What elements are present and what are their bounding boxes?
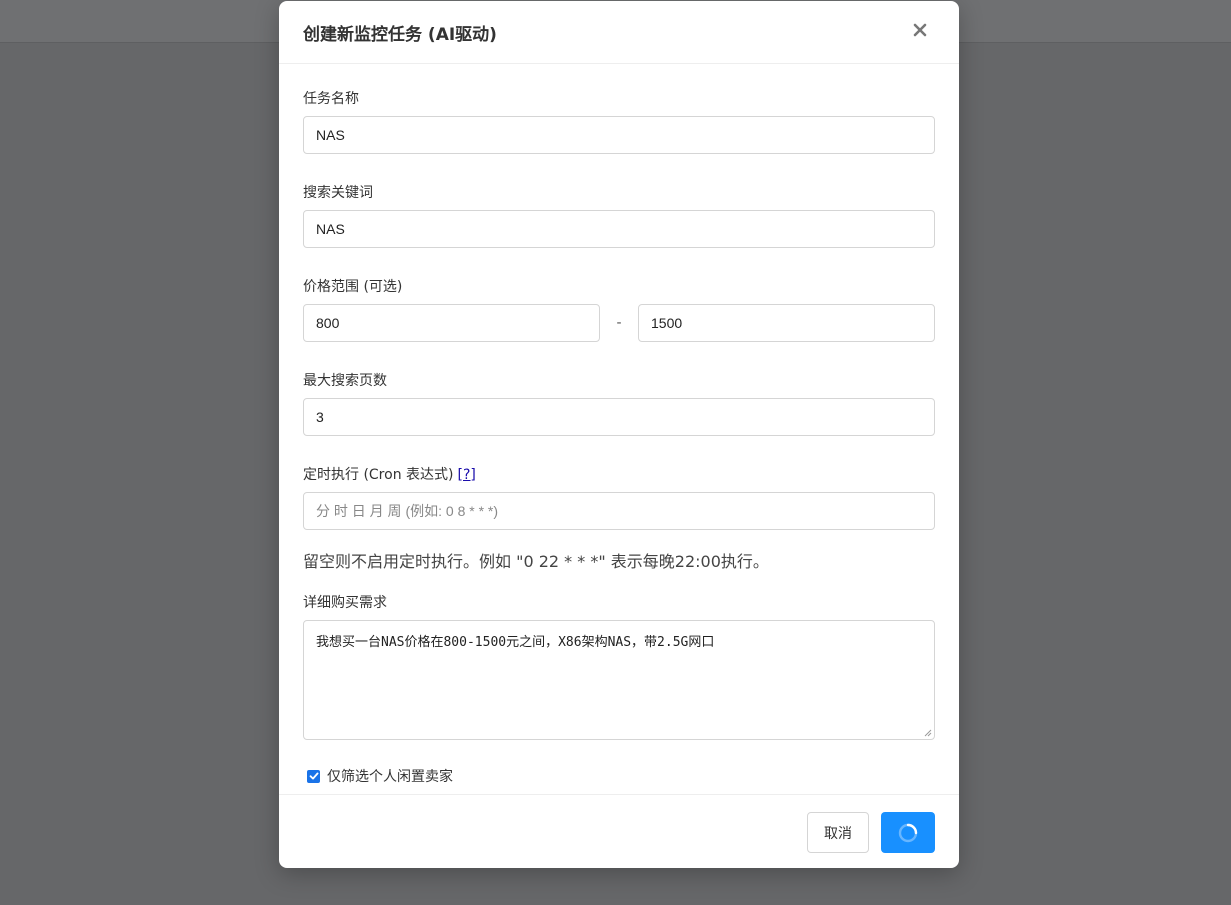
- max-pages-group: 最大搜索页数 3: [303, 372, 935, 436]
- description-textarea[interactable]: 我想买一台NAS价格在800-1500元之间，X86架构NAS，带2.5G网口: [303, 620, 935, 740]
- price-range-row: 800 - 1500: [303, 304, 935, 342]
- cron-help-link[interactable]: [?]: [458, 467, 476, 483]
- modal-header: 创建新监控任务 (AI驱动): [279, 1, 959, 64]
- modal-body: 任务名称 NAS 搜索关键词 NAS 价格范围 (可选) 800 - 1500 …: [279, 64, 959, 786]
- cron-label: 定时执行 (Cron 表达式): [303, 467, 454, 483]
- modal-footer: 取消: [279, 794, 959, 868]
- personal-only-label: 仅筛选个人闲置卖家: [327, 769, 453, 785]
- cron-hint: 留空则不启用定时执行。例如 "0 22 * * *" 表示每晚22:00执行。: [303, 552, 769, 571]
- close-icon[interactable]: [909, 19, 931, 41]
- task-name-group: 任务名称 NAS: [303, 90, 935, 154]
- task-name-label: 任务名称: [303, 91, 359, 107]
- cron-label-row: 定时执行 (Cron 表达式) [?]: [303, 466, 935, 484]
- modal-title: 创建新监控任务 (AI驱动): [303, 24, 497, 45]
- resize-grip-icon[interactable]: [924, 729, 932, 737]
- keyword-label: 搜索关键词: [303, 185, 373, 201]
- price-range-label: 价格范围 (可选): [303, 279, 403, 295]
- submit-button[interactable]: [881, 812, 935, 853]
- keyword-input[interactable]: NAS: [303, 210, 935, 248]
- create-task-modal: 创建新监控任务 (AI驱动) 任务名称 NAS 搜索关键词 NAS 价格范围 (…: [279, 1, 959, 868]
- loading-spinner-icon: [898, 823, 918, 842]
- cron-input[interactable]: 分 时 日 月 周 (例如: 0 8 * * *): [303, 492, 935, 530]
- description-group: 详细购买需求 我想买一台NAS价格在800-1500元之间，X86架构NAS，带…: [303, 594, 935, 740]
- price-max-input[interactable]: 1500: [638, 304, 935, 342]
- personal-only-checkbox[interactable]: [307, 769, 320, 783]
- max-pages-input[interactable]: 3: [303, 398, 935, 436]
- cancel-button[interactable]: 取消: [807, 812, 869, 853]
- price-range-group: 价格范围 (可选) 800 - 1500: [303, 278, 935, 342]
- checkmark-icon: [309, 772, 319, 780]
- personal-only-row: 仅筛选个人闲置卖家: [303, 766, 935, 786]
- price-separator: -: [616, 315, 622, 331]
- description-text: 我想买一台NAS价格在800-1500元之间，X86架构NAS，带2.5G网口: [316, 635, 715, 650]
- cron-group: 定时执行 (Cron 表达式) [?] 分 时 日 月 周 (例如: 0 8 * …: [303, 466, 935, 530]
- max-pages-label: 最大搜索页数: [303, 373, 387, 389]
- task-name-input[interactable]: NAS: [303, 116, 935, 154]
- keyword-group: 搜索关键词 NAS: [303, 184, 935, 248]
- description-label: 详细购买需求: [303, 595, 387, 611]
- price-min-input[interactable]: 800: [303, 304, 600, 342]
